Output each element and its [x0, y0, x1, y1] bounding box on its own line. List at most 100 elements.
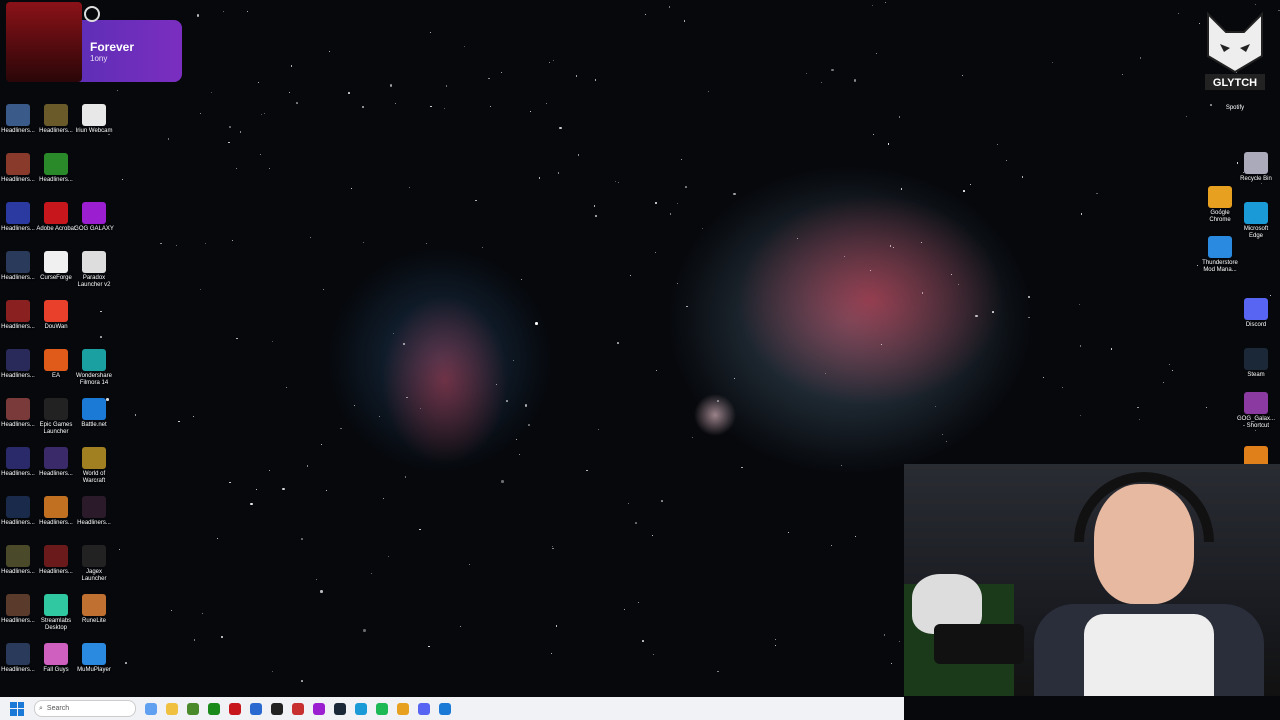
desktop-icon[interactable]: Headliners...	[0, 202, 38, 233]
star	[892, 246, 894, 248]
star	[635, 522, 637, 524]
desktop-icon[interactable]: RuneLite	[74, 594, 114, 625]
star	[210, 92, 212, 94]
search-box[interactable]: ⌕ Search	[34, 700, 136, 717]
desktop-icon[interactable]: MuMuPlayer	[74, 643, 114, 674]
desktop-icon[interactable]: Headliners...	[0, 447, 38, 478]
star	[887, 143, 890, 145]
desktop-icon[interactable]: Jagex Launcher	[74, 545, 114, 583]
taskbar-xbox-icon[interactable]	[208, 702, 220, 715]
icon-label: CurseForge	[40, 275, 72, 281]
desktop-icon[interactable]: Headliners...	[0, 300, 38, 331]
star	[289, 92, 291, 94]
start-icon[interactable]	[10, 701, 24, 716]
desktop-icon[interactable]: Paradox Launcher v2	[74, 251, 114, 289]
taskbar-spotify-icon[interactable]	[376, 702, 388, 715]
desktop-icon[interactable]: Headliners...	[74, 496, 114, 527]
taskbar-minecraft-icon[interactable]	[187, 702, 199, 715]
star	[668, 6, 671, 8]
desktop-icon[interactable]: Fall Guys	[36, 643, 76, 674]
desktop-icon[interactable]: Microsoft Edge	[1236, 202, 1276, 240]
taskbar-acrobat-icon[interactable]	[229, 702, 241, 715]
desktop-icon[interactable]: Headliners...	[36, 496, 76, 527]
desktop-icon[interactable]: Headliners...	[0, 153, 38, 184]
desktop-icon[interactable]: Thunderstore Mod Mana...	[1200, 236, 1240, 274]
star	[348, 92, 350, 94]
desktop-icon[interactable]: Epic Games Launcher	[36, 398, 76, 436]
desktop-icon[interactable]: World of Warcraft	[74, 447, 114, 485]
search-placeholder: Search	[46, 705, 70, 712]
star	[701, 228, 703, 230]
taskbar-gog-icon[interactable]	[313, 702, 325, 715]
desktop-icon[interactable]: Headliners...	[36, 447, 76, 478]
desktop-icon[interactable]: Headliners...	[0, 251, 38, 282]
icon-label: Fall Guys	[43, 667, 69, 673]
desktop-icon[interactable]: Headliners...	[0, 545, 38, 576]
desktop-icon[interactable]: Headliners...	[0, 496, 38, 527]
desktop-icon[interactable]: Battle.net	[74, 398, 114, 429]
desktop-icon[interactable]: Iriun Webcam	[74, 104, 114, 135]
star	[428, 645, 430, 648]
desktop-icon[interactable]: GOG_Galax... - Shortcut	[1236, 392, 1276, 430]
star	[941, 434, 943, 436]
taskbar-folder-icon[interactable]	[166, 702, 178, 715]
star	[883, 634, 885, 636]
taskbar-battle-icon[interactable]	[439, 702, 451, 715]
icon-label: Discord	[1245, 322, 1267, 328]
taskbar-steam-icon[interactable]	[334, 702, 346, 715]
desktop-icon[interactable]: GOG GALAXY	[74, 202, 114, 233]
star	[371, 573, 373, 575]
app-icon	[82, 251, 106, 273]
desktop-icon[interactable]: Headliners...	[0, 594, 38, 625]
taskbar-chrome-icon[interactable]	[397, 702, 409, 715]
desktop-icon[interactable]: Streamlabs Desktop	[36, 594, 76, 632]
desktop-icon[interactable]: Google Chrome	[1200, 186, 1240, 224]
star	[1051, 61, 1053, 63]
star	[652, 654, 654, 656]
headphones	[1074, 472, 1214, 542]
desktop-icon[interactable]: DouWan	[36, 300, 76, 331]
star	[1061, 387, 1063, 389]
star	[935, 406, 937, 408]
star	[363, 241, 365, 243]
desktop-icon[interactable]: Headliners...	[0, 643, 38, 674]
desktop-icon[interactable]: EA	[36, 349, 76, 380]
taskbar-cursor-icon[interactable]	[292, 702, 304, 715]
star	[796, 238, 798, 240]
taskbar-discord-icon[interactable]	[418, 702, 430, 715]
desktop-icon[interactable]: Headliners...	[36, 153, 76, 184]
power-icon[interactable]	[84, 6, 100, 22]
star	[354, 404, 356, 406]
desktop-icon[interactable]: Wondershare Filmora 14	[74, 349, 114, 387]
desktop-icon[interactable]: Discord	[1236, 298, 1276, 329]
taskbar-store-icon[interactable]	[250, 702, 262, 715]
desktop-icon[interactable]: Adobe Acrobat	[36, 202, 76, 233]
desktop-icon[interactable]: CurseForge	[36, 251, 76, 282]
star	[1110, 348, 1113, 350]
star	[958, 283, 960, 285]
desktop-icon[interactable]: Recycle Bin	[1236, 152, 1276, 183]
app-icon	[82, 545, 106, 567]
icon-label: Microsoft Edge	[1243, 226, 1269, 239]
taskbar-edge-icon[interactable]	[355, 702, 367, 715]
star	[577, 154, 580, 156]
app-icon	[44, 545, 68, 567]
star	[269, 470, 271, 472]
app-icon	[82, 643, 106, 665]
icon-label: Headliners...	[39, 569, 73, 575]
desktop-icon[interactable]: Headliners...	[0, 104, 38, 135]
desktop-icon[interactable]: Headliners...	[0, 349, 38, 380]
icon-label: Battle.net	[81, 422, 107, 428]
desktop-icon[interactable]: Steam	[1236, 348, 1276, 379]
desktop-icon[interactable]: Headliners...	[36, 104, 76, 135]
icon-label: Headliners...	[77, 520, 111, 526]
star	[378, 416, 380, 418]
media-widget[interactable]: Forever 1ony	[6, 2, 182, 82]
star	[1121, 73, 1123, 75]
desktop-icon[interactable]: Headliners...	[36, 545, 76, 576]
star	[1196, 264, 1199, 267]
star	[518, 454, 520, 456]
desktop-icon[interactable]: Headliners...	[0, 398, 38, 429]
taskbar-ps-icon[interactable]	[271, 702, 283, 715]
taskbar-copilot-icon[interactable]	[145, 702, 157, 715]
